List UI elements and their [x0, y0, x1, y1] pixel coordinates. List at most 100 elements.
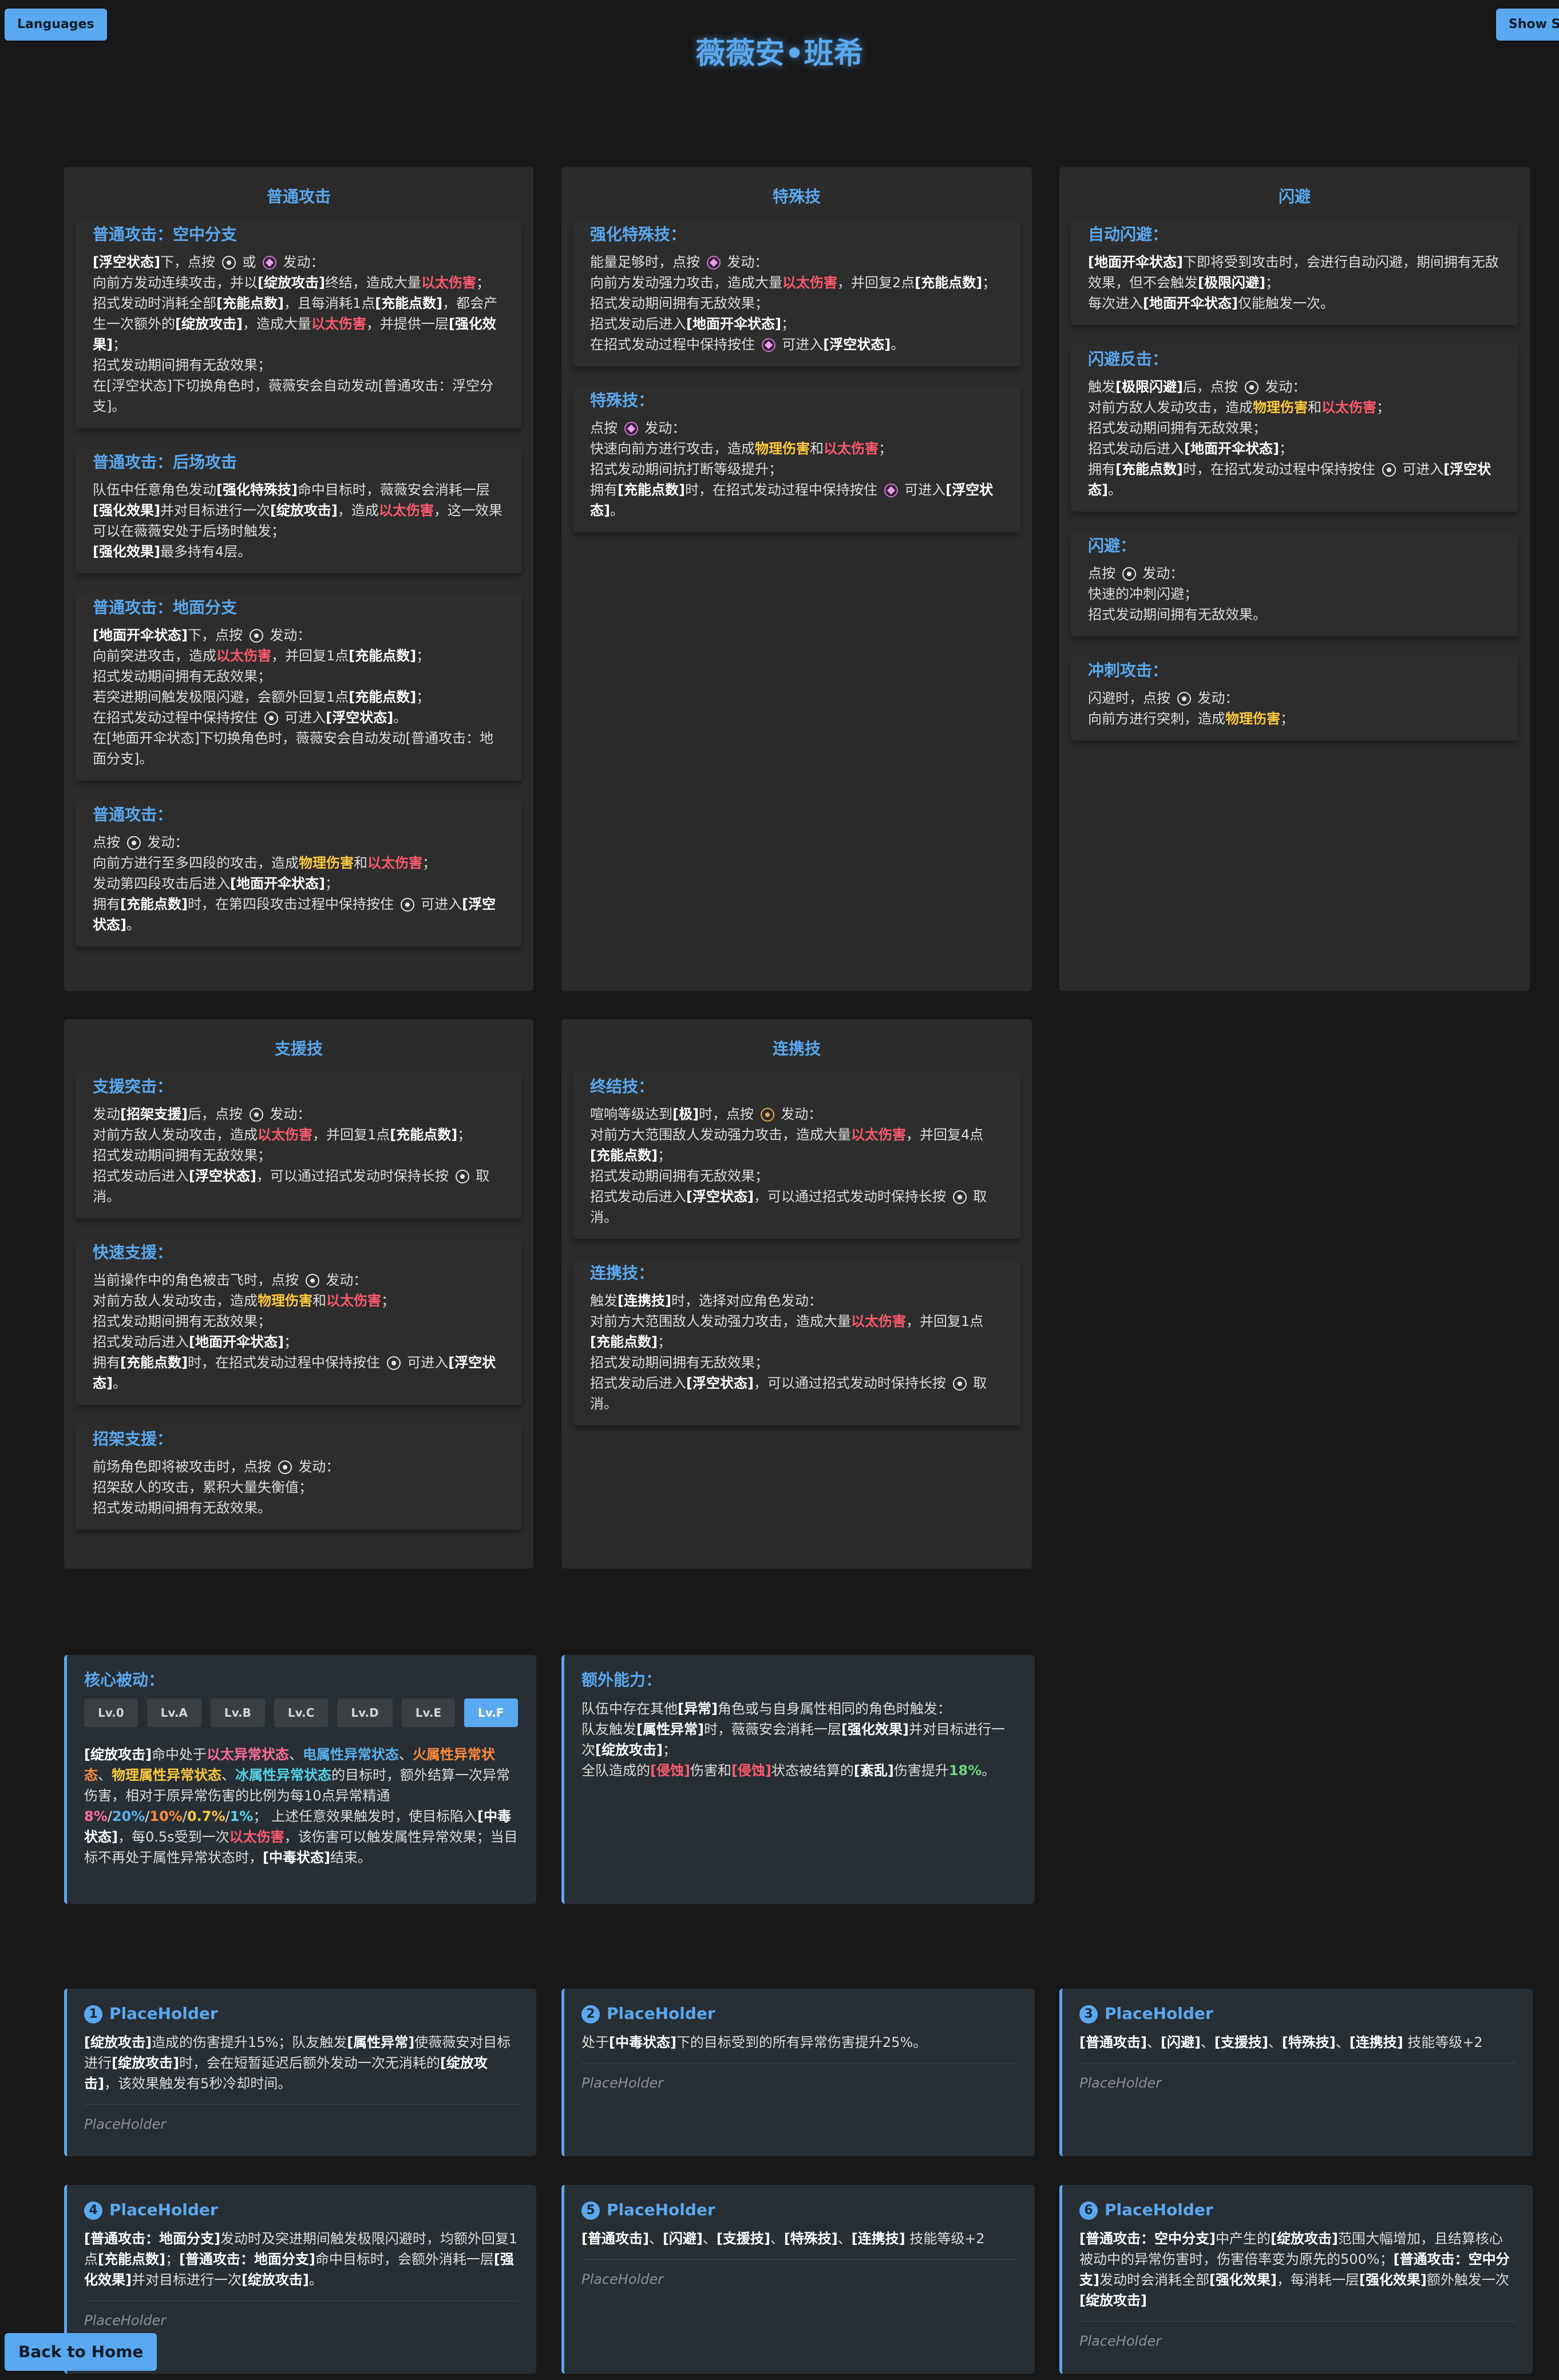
attack-icon	[264, 711, 278, 725]
skill-card: 闪避： 点按 发动： 快速的冲刺闪避； 招式发动期间拥有无敌效果。	[1071, 532, 1518, 636]
cinema-name: PlaceHolder	[109, 2004, 218, 2023]
cinema-desc: [普通攻击]、[闪避]、[支援技]、[特殊技]、[连携技] 技能等级+2	[1079, 2034, 1483, 2050]
level-tab[interactable]: Lv.E	[401, 1698, 456, 1727]
cinema-card-6: 6 PlaceHolder [普通攻击：空中分支]中产生的[绽放攻击]范围大幅增加…	[1059, 2185, 1533, 2374]
cinema-number-badge: 4	[84, 2201, 102, 2220]
cinema-desc: [普通攻击：空中分支]中产生的[绽放攻击]范围大幅增加，且结算核心被动中的异常伤…	[1079, 2231, 1510, 2308]
skill-card-title: 强化特殊技：	[590, 225, 687, 244]
skill-card-title: 闪避反击：	[1088, 350, 1169, 369]
skill-card-title: 快速支援：	[93, 1243, 173, 1262]
page-title: 薇薇安•班希	[695, 37, 864, 71]
cinema-name: PlaceHolder	[1105, 2200, 1213, 2219]
attack-icon	[221, 256, 236, 270]
cinema-desc: [普通攻击：地面分支]发动时及突进期间触发极限闪避时，均额外回复1点[充能点数]…	[84, 2231, 518, 2288]
skill-card-desc: 能量足够时，点按 发动： 向前方发动强力攻击，造成大量以太伤害，并回复2点[充能…	[590, 254, 996, 353]
switch-icon	[305, 1274, 319, 1288]
cinema-note: PlaceHolder	[581, 2063, 1018, 2093]
skill-card: 普通攻击：地面分支 [地面开伞状态]下，点按 发动： 向前突进攻击，造成以太伤害…	[76, 594, 522, 781]
skill-card: 招架支援： 前场角色即将被攻击时，点按 发动： 招架敌人的攻击，累积大量失衡值；…	[76, 1425, 522, 1530]
cinema-number-badge: 1	[84, 2005, 102, 2023]
skill-card: 普通攻击：空中分支 [浮空状态]下，点按 或 发动： 向前方发动连续攻击，并以[…	[76, 221, 522, 428]
special-icon	[624, 422, 638, 435]
skill-card-title: 普通攻击：空中分支	[93, 225, 238, 244]
panel-title-basic: 普通攻击	[266, 187, 331, 206]
cinema-desc: [绽放攻击]造成的伤害提升15%；队友触发[属性异常]使薇薇安对目标进行[绽放攻…	[84, 2034, 511, 2092]
skill-card: 特殊技： 点按 发动： 快速向前方进行攻击，造成物理伤害和以太伤害； 招式发动期…	[573, 387, 1020, 532]
core-passive-panel: 核心被动： Lv.0 Lv.A Lv.B Lv.C Lv.D Lv.E Lv.F…	[64, 1655, 536, 1904]
level-tabs: Lv.0 Lv.A Lv.B Lv.C Lv.D Lv.E Lv.F	[84, 1698, 519, 1727]
skill-card-desc: 触发[连携技]时，选择对应角色发动： 对前方大范围敌人发动强力攻击，造成大量以太…	[590, 1293, 987, 1412]
cinema-note: PlaceHolder	[581, 2259, 1018, 2290]
skill-card-desc: 点按 发动： 快速的冲刺闪避； 招式发动期间拥有无敌效果。	[1088, 565, 1267, 623]
extra-ability-desc: 队伍中存在其他[异常]角色或与自身属性相同的角色时触发： 队友触发[属性异常]时…	[581, 1701, 1005, 1779]
attack-icon	[1177, 692, 1191, 706]
panel-title-special: 特殊技	[772, 187, 821, 206]
skill-card: 连携技： 触发[连携技]时，选择对应角色发动： 对前方大范围敌人发动强力攻击，造…	[573, 1260, 1020, 1425]
special-icon	[761, 338, 775, 352]
skill-card-desc: 点按 发动： 向前方进行至多四段的攻击，造成物理伤害和以太伤害； 发动第四段攻击…	[93, 834, 496, 933]
skill-card-desc: 喧响等级达到[极]时，点按 发动： 对前方大范围敌人发动强力攻击，造成大量以太伤…	[590, 1106, 987, 1225]
level-tab[interactable]: Lv.D	[337, 1698, 393, 1727]
skill-card-desc: 闪避时，点按 发动： 向前方进行突刺，造成物理伤害；	[1088, 690, 1294, 727]
skill-card-desc: 队伍中任意角色发动[强化特殊技]命中目标时，薇薇安会消耗一层[强化效果]并对目标…	[93, 482, 502, 560]
cinema-name: PlaceHolder	[607, 2200, 715, 2219]
skill-card: 快速支援： 当前操作中的角色被击飞时，点按 发动： 对前方敌人发动攻击，造成物理…	[76, 1239, 522, 1405]
skill-card-title: 支援突击：	[93, 1077, 173, 1096]
cinema-card-5: 5 PlaceHolder [普通攻击]、[闪避]、[支援技]、[特殊技]、[连携…	[561, 2185, 1035, 2374]
skill-card-title: 普通攻击：地面分支	[93, 598, 238, 617]
attack-icon	[126, 836, 141, 850]
skill-card-desc: 点按 发动： 快速向前方进行攻击，造成物理伤害和以太伤害； 招式发动期间抗打断等…	[590, 420, 994, 518]
attack-icon	[1244, 381, 1259, 394]
dodge-panel: 闪避 自动闪避： [地面开伞状态]下即将受到攻击时，会进行自动闪避，期间拥有无敌…	[1059, 167, 1530, 991]
special-icon	[706, 256, 721, 270]
back-to-home-button[interactable]: Back to Home	[5, 2333, 157, 2371]
cinema-desc: [普通攻击]、[闪避]、[支援技]、[特殊技]、[连携技] 技能等级+2	[581, 2231, 985, 2247]
cinema-number-badge: 2	[581, 2005, 600, 2023]
skill-card: 强化特殊技： 能量足够时，点按 发动： 向前方发动强力攻击，造成大量以太伤害，并…	[573, 221, 1020, 366]
skill-card-title: 普通攻击：	[93, 805, 173, 824]
special-icon	[884, 484, 898, 497]
skill-card: 终结技： 喧响等级达到[极]时，点按 发动： 对前方大范围敌人发动强力攻击，造成…	[573, 1073, 1020, 1239]
dodge-icon	[1122, 567, 1136, 581]
chain-panel: 连携技 终结技： 喧响等级达到[极]时，点按 发动： 对前方大范围敌人发动强力攻…	[561, 1019, 1032, 1569]
panel-title-chain: 连携技	[772, 1039, 821, 1058]
attack-icon	[249, 629, 263, 643]
basic-attack-panel: 普通攻击 普通攻击：空中分支 [浮空状态]下，点按 或 发动： 向前方发动连续攻…	[64, 167, 533, 991]
level-tab[interactable]: Lv.A	[147, 1698, 201, 1727]
cinema-name: PlaceHolder	[109, 2200, 218, 2219]
skill-card: 自动闪避： [地面开伞状态]下即将受到攻击时，会进行自动闪避，期间拥有无敌效果，…	[1071, 221, 1518, 325]
level-tab[interactable]: Lv.C	[274, 1698, 329, 1727]
cinema-number-badge: 3	[1079, 2005, 1098, 2023]
cinema-card-2: 2 PlaceHolder 处于[中毒状态]下的目标受到的所有异常伤害提升25%。…	[561, 1989, 1035, 2156]
skill-card-desc: [浮空状态]下，点按 或 发动： 向前方发动连续攻击，并以[绽放攻击]终结，造成…	[93, 254, 498, 414]
level-tab[interactable]: Lv.0	[84, 1698, 138, 1727]
level-tab-selected[interactable]: Lv.F	[464, 1698, 518, 1727]
skill-card-title: 连携技：	[590, 1264, 655, 1282]
skill-card: 冲刺攻击： 闪避时，点按 发动： 向前方进行突刺，造成物理伤害；	[1071, 657, 1518, 740]
cinema-desc: 处于[中毒状态]下的目标受到的所有异常伤害提升25%。	[581, 2034, 927, 2050]
skill-card-desc: [地面开伞状态]下即将受到攻击时，会进行自动闪避，期间拥有无敌效果，但不会触发[…	[1088, 254, 1499, 311]
skill-card-title: 特殊技：	[590, 391, 655, 410]
skill-card-title: 闪避：	[1088, 536, 1137, 555]
skill-card-desc: 当前操作中的角色被击飞时，点按 发动： 对前方敌人发动攻击，造成物理伤害和以太伤…	[93, 1272, 496, 1391]
dodge-icon	[952, 1190, 967, 1204]
skill-card-title: 冲刺攻击：	[1088, 661, 1169, 680]
skill-card-title: 普通攻击：后场攻击	[93, 453, 238, 472]
assist-panel: 支援技 支援突击： 发动[招架支援]后，点按 发动： 对前方敌人发动攻击，造成以…	[64, 1019, 533, 1569]
cinema-name: PlaceHolder	[607, 2004, 715, 2023]
skill-card-title: 招架支援：	[93, 1429, 173, 1448]
attack-icon	[1382, 463, 1396, 477]
dodge-icon	[952, 1377, 967, 1391]
skill-card: 支援突击： 发动[招架支援]后，点按 发动： 对前方敌人发动攻击，造成以太伤害，…	[76, 1073, 522, 1218]
skill-card: 普通攻击： 点按 发动： 向前方进行至多四段的攻击，造成物理伤害和以太伤害； 发…	[76, 801, 522, 947]
level-tab[interactable]: Lv.B	[210, 1698, 265, 1727]
cinema-note: PlaceHolder	[84, 2104, 519, 2135]
skill-card-desc: [地面开伞状态]下，点按 发动： 向前突进攻击，造成以太伤害，并回复1点[充能点…	[93, 627, 494, 767]
cinema-note: PlaceHolder	[1079, 2063, 1516, 2093]
skill-card: 普通攻击：后场攻击 队伍中任意角色发动[强化特殊技]命中目标时，薇薇安会消耗一层…	[76, 449, 522, 573]
core-passive-title: 核心被动：	[84, 1670, 165, 1689]
cinema-card-3: 3 PlaceHolder [普通攻击]、[闪避]、[支援技]、[特殊技]、[连携…	[1059, 1989, 1533, 2156]
panel-title-assist: 支援技	[274, 1039, 323, 1058]
switch-icon	[278, 1460, 292, 1474]
special-icon	[262, 256, 276, 270]
